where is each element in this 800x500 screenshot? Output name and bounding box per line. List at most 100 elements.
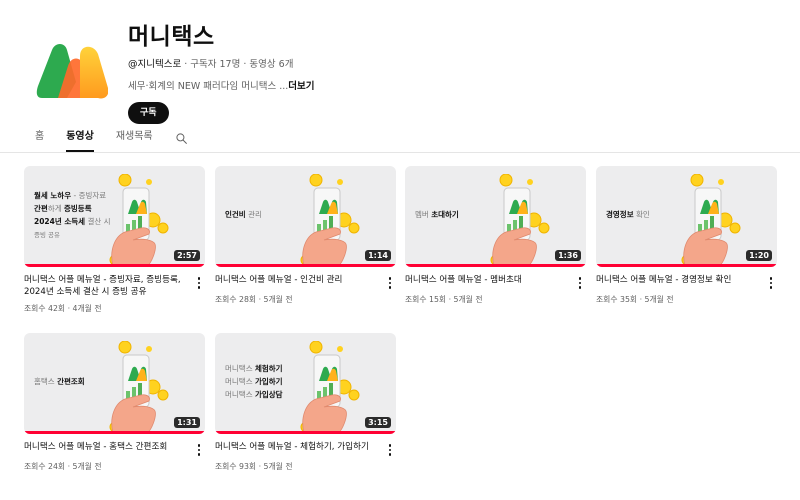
subscribe-button[interactable]: 구독 xyxy=(128,102,169,124)
upload-age: 4개월 전 xyxy=(72,304,102,313)
thumbnail-line-part: 머니택스 xyxy=(225,377,255,386)
video-title[interactable]: 머니택스 어플 메뉴얼 - 홈택스 간편조회 xyxy=(24,441,193,456)
video-meta: 조회수 28회 · 5개월 전 xyxy=(215,294,396,305)
duration-badge: 1:20 xyxy=(746,250,772,261)
thumbnail-line-part: 가입상담 xyxy=(254,390,283,399)
search-icon-glyph xyxy=(176,132,187,144)
thumbnail-line-part: 월세 노하우 xyxy=(34,190,72,200)
thumbnail-line-part: - 증빙자료 xyxy=(71,190,107,200)
thumbnail-line-part: 관리 xyxy=(245,210,262,219)
thumbnail-line-part: 하게 xyxy=(47,203,64,213)
video-card[interactable]: 인건비 관리 1:14 머니택스 어플 메뉴얼 - 인건비 관리조회수 28회 ·… xyxy=(215,166,396,305)
more-link[interactable]: 더보기 xyxy=(288,81,314,92)
thumbnail-line-part: 인건비 xyxy=(225,210,246,219)
upload-age: 5개월 전 xyxy=(263,461,293,471)
thumbnail-line-part: 간편조회 xyxy=(57,377,85,386)
video-title-row: 머니택스 어플 메뉴얼 - 홈택스 간편조회 xyxy=(24,441,205,456)
video-card[interactable]: 멤버 초대하기 1:36 머니택스 어플 메뉴얼 - 멤버초대조회수 15회 · … xyxy=(405,166,586,305)
meta-separator: · xyxy=(256,461,264,471)
video-count: 동영상 6개 xyxy=(249,59,294,70)
video-meta: 조회수 15회 · 5개월 전 xyxy=(405,294,586,305)
meta-separator: · xyxy=(446,294,454,304)
thumbnail-line-part: 홈택스 xyxy=(34,377,58,386)
duration-badge: 2:57 xyxy=(174,250,200,261)
channel-info: 머니택스 @지니텍스로 · 구독자 17명 · 동영상 6개 세무·회계의 NE… xyxy=(128,22,315,124)
video-title[interactable]: 머니택스 어플 메뉴얼 - 경영정보 확인 xyxy=(596,274,765,289)
view-count: 조회수 28회 xyxy=(215,294,257,304)
watch-progress-bar xyxy=(24,264,205,267)
more-vert-icon[interactable] xyxy=(193,274,205,298)
subscriber-count: 구독자 17명 xyxy=(190,59,241,70)
video-title[interactable]: 머니택스 어플 메뉴얼 - 인건비 관리 xyxy=(215,274,384,289)
video-thumbnail[interactable]: 인건비 관리 1:14 xyxy=(215,166,396,267)
view-count: 조회수 15회 xyxy=(405,294,447,304)
meta-separator: · xyxy=(181,59,191,70)
channel-description: 세무·회계의 NEW 패러다임 머니택스 ...더보기 xyxy=(128,78,315,92)
upload-age: 5개월 전 xyxy=(453,294,483,304)
video-meta: 조회수 93회 · 5개월 전 xyxy=(215,461,396,472)
thumbnail-line-part: 가입하기 xyxy=(254,377,283,386)
duration-badge: 1:31 xyxy=(174,417,200,428)
more-vert-icon[interactable] xyxy=(574,274,586,289)
video-title[interactable]: 머니택스 어플 메뉴얼 - 체험하기, 가입하기 xyxy=(215,441,384,456)
video-thumbnail[interactable]: 멤버 초대하기 1:36 xyxy=(405,166,586,267)
thumbnail-line-part: 확인 xyxy=(633,210,650,219)
meta-separator: · xyxy=(65,461,73,471)
search-icon[interactable] xyxy=(168,124,196,152)
video-title-row: 머니택스 어플 메뉴얼 - 증빙자료, 증빙등록, 2024년 소득세 결산 시… xyxy=(24,274,205,298)
view-count: 조회수 35회 xyxy=(596,294,638,304)
tabs-divider xyxy=(0,152,800,153)
thumbnail-line-part: 증빙 공유 xyxy=(34,230,60,239)
thumbnail-line-part: 증빙등록 xyxy=(64,203,92,213)
tab-playlists[interactable]: 재생목록 xyxy=(105,124,164,152)
channel-meta: @지니텍스로 · 구독자 17명 · 동영상 6개 xyxy=(128,56,315,70)
thumbnail-line-part: 머니택스 xyxy=(225,364,255,373)
watch-progress-bar xyxy=(405,264,586,267)
thumbnail-line-part: 경영정보 xyxy=(606,210,634,219)
channel-tabs: 홈 동영상 재생목록 xyxy=(24,124,196,152)
video-title-row: 머니택스 어플 메뉴얼 - 경영정보 확인 xyxy=(596,274,777,289)
duration-badge: 1:14 xyxy=(365,250,391,261)
channel-logo[interactable] xyxy=(36,42,108,104)
meta-separator: · xyxy=(256,294,264,304)
duration-badge: 1:36 xyxy=(555,250,581,261)
thumbnail-line-part: 2024년 소득세 xyxy=(34,216,86,226)
more-vert-icon[interactable] xyxy=(193,441,205,456)
watch-progress-bar xyxy=(215,431,396,434)
watch-progress-bar xyxy=(24,431,205,434)
video-thumbnail[interactable]: 경영정보 확인 1:20 xyxy=(596,166,777,267)
video-title[interactable]: 머니택스 어플 메뉴얼 - 증빙자료, 증빙등록, 2024년 소득세 결산 시… xyxy=(24,274,193,298)
view-count: 조회수 24회 xyxy=(24,461,66,471)
thumbnail-line-part: 체험하기 xyxy=(254,364,283,373)
video-meta: 조회수 24회 · 5개월 전 xyxy=(24,461,205,472)
video-card[interactable]: 월세 노하우 - 증빙자료 간편하게 증빙등록 2024년 소득세 결산 시 증빙 공… xyxy=(24,166,205,314)
video-thumbnail[interactable]: 홈택스 간편조회 1:31 xyxy=(24,333,205,434)
thumbnail-line-part: 머니택스 xyxy=(225,390,255,399)
video-meta: 조회수 42회 · 4개월 전 xyxy=(24,303,205,314)
tab-home[interactable]: 홈 xyxy=(24,124,55,152)
upload-age: 5개월 전 xyxy=(644,294,674,304)
thumbnail-line-part: 간편 xyxy=(34,203,48,213)
video-title-row: 머니택스 어플 메뉴얼 - 인건비 관리 xyxy=(215,274,396,289)
channel-description-text: 세무·회계의 NEW 패러다임 머니택스 ... xyxy=(128,81,289,92)
video-title-row: 머니택스 어플 메뉴얼 - 멤버초대 xyxy=(405,274,586,289)
meta-separator: · xyxy=(637,294,645,304)
video-card[interactable]: 경영정보 확인 1:20 머니택스 어플 메뉴얼 - 경영정보 확인조회수 35회… xyxy=(596,166,777,305)
channel-header: 머니택스 @지니텍스로 · 구독자 17명 · 동영상 6개 세무·회계의 NE… xyxy=(32,22,772,124)
channel-name: 머니택스 xyxy=(128,24,215,50)
video-thumbnail[interactable]: 머니택스 체험하기 머니택스 가입하기 머니택스 가입상담 3:15 xyxy=(215,333,396,434)
more-vert-icon[interactable] xyxy=(384,274,396,289)
view-count: 조회수 93회 xyxy=(215,461,257,471)
watch-progress-bar xyxy=(215,264,396,267)
video-card[interactable]: 머니택스 체험하기 머니택스 가입하기 머니택스 가입상담 3:15 머니택스 어플 … xyxy=(215,333,396,472)
upload-age: 5개월 전 xyxy=(263,294,293,304)
watch-progress-bar xyxy=(596,264,777,267)
tab-videos[interactable]: 동영상 xyxy=(55,124,105,152)
channel-handle: @지니텍스로 xyxy=(128,59,182,70)
thumbnail-line-part: 멤버 xyxy=(415,210,432,219)
more-vert-icon[interactable] xyxy=(384,441,396,456)
video-title[interactable]: 머니택스 어플 메뉴얼 - 멤버초대 xyxy=(405,274,574,289)
more-vert-icon[interactable] xyxy=(765,274,777,289)
video-card[interactable]: 홈택스 간편조회 1:31 머니택스 어플 메뉴얼 - 홈택스 간편조회조회수 2… xyxy=(24,333,205,472)
video-thumbnail[interactable]: 월세 노하우 - 증빙자료 간편하게 증빙등록 2024년 소득세 결산 시 증빙 공… xyxy=(24,166,205,267)
